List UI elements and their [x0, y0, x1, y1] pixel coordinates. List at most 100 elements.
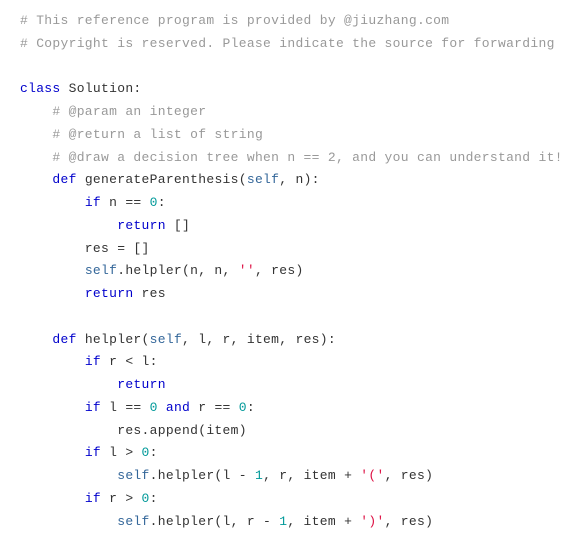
code-token-plain: l >	[101, 445, 142, 460]
code-token-keyword: def	[52, 172, 76, 187]
code-token-plain	[20, 400, 85, 415]
code-token-plain	[20, 354, 85, 369]
code-token-builtin: self	[85, 263, 117, 278]
code-token-number: 0	[150, 195, 158, 210]
code-token-number: 0	[142, 491, 150, 506]
code-token-plain: r ==	[190, 400, 239, 415]
code-token-plain	[20, 104, 52, 119]
code-token-plain	[158, 400, 166, 415]
code-line: return res	[20, 283, 551, 306]
code-token-plain	[20, 195, 85, 210]
code-token-comment: # This reference program is provided by …	[20, 13, 449, 28]
code-token-keyword: if	[85, 445, 101, 460]
code-line: # This reference program is provided by …	[20, 10, 551, 33]
code-line: def generateParenthesis(self, n):	[20, 169, 551, 192]
code-token-plain: r >	[101, 491, 142, 506]
code-token-builtin: self	[117, 468, 149, 483]
code-token-keyword: return	[85, 286, 134, 301]
code-token-plain: .helpler(l -	[150, 468, 255, 483]
code-token-comment: # @param an integer	[52, 104, 206, 119]
code-token-plain: res.append(item)	[20, 423, 247, 438]
code-token-keyword: if	[85, 195, 101, 210]
code-token-number: 0	[150, 400, 158, 415]
code-line: if n == 0:	[20, 192, 551, 215]
code-token-plain	[20, 491, 85, 506]
code-line: class Solution:	[20, 78, 551, 101]
code-token-string: ''	[239, 263, 255, 278]
code-token-plain	[20, 263, 85, 278]
code-line: return []	[20, 215, 551, 238]
code-token-plain: :	[158, 195, 166, 210]
code-token-plain: l ==	[101, 400, 150, 415]
code-token-plain: res	[133, 286, 165, 301]
code-token-keyword: if	[85, 354, 101, 369]
code-line: if l == 0 and r == 0:	[20, 397, 551, 420]
code-line: return	[20, 374, 551, 397]
code-line: self.helpler(l, r - 1, item + ')', res)	[20, 511, 551, 534]
code-token-plain	[20, 468, 117, 483]
code-block: # This reference program is provided by …	[20, 10, 551, 533]
code-token-plain: generateParenthesis(	[77, 172, 247, 187]
code-token-plain	[20, 332, 52, 347]
code-token-builtin: self	[150, 332, 182, 347]
code-line: self.helpler(n, n, '', res)	[20, 260, 551, 283]
code-token-plain: , r, item +	[263, 468, 360, 483]
code-token-plain: .helpler(l, r -	[150, 514, 280, 529]
code-token-plain: r < l:	[101, 354, 158, 369]
code-line: if l > 0:	[20, 442, 551, 465]
code-line: res.append(item)	[20, 420, 551, 443]
code-line: if r < l:	[20, 351, 551, 374]
code-token-plain: []	[166, 218, 190, 233]
code-line	[20, 306, 551, 329]
code-token-keyword: if	[85, 400, 101, 415]
code-line: def helpler(self, l, r, item, res):	[20, 329, 551, 352]
code-token-keyword: and	[166, 400, 190, 415]
code-token-builtin: self	[117, 514, 149, 529]
code-token-keyword: class	[20, 81, 61, 96]
code-token-plain: , res)	[385, 514, 434, 529]
code-token-number: 0	[239, 400, 247, 415]
code-token-keyword: if	[85, 491, 101, 506]
code-token-plain: , n):	[279, 172, 320, 187]
code-token-plain: Solution:	[61, 81, 142, 96]
code-token-plain	[20, 286, 85, 301]
code-token-number: 0	[142, 445, 150, 460]
code-token-number: 1	[279, 514, 287, 529]
code-token-keyword: def	[52, 332, 76, 347]
code-token-plain: :	[150, 491, 158, 506]
code-line: # @return a list of string	[20, 124, 551, 147]
code-token-keyword: return	[117, 377, 166, 392]
code-token-plain: :	[150, 445, 158, 460]
code-token-plain: res = []	[20, 241, 150, 256]
code-token-comment: # @return a list of string	[52, 127, 263, 142]
code-token-plain	[20, 150, 52, 165]
code-line: # @draw a decision tree when n == 2, and…	[20, 147, 551, 170]
code-line: self.helpler(l - 1, r, item + '(', res)	[20, 465, 551, 488]
code-token-plain	[20, 514, 117, 529]
code-token-builtin: self	[247, 172, 279, 187]
code-token-plain: , res)	[255, 263, 304, 278]
code-line: res = []	[20, 238, 551, 261]
code-token-string: '('	[360, 468, 384, 483]
code-line: # Copyright is reserved. Please indicate…	[20, 33, 551, 56]
code-line: if r > 0:	[20, 488, 551, 511]
code-token-number: 1	[255, 468, 263, 483]
code-line: # @param an integer	[20, 101, 551, 124]
code-token-comment: # @draw a decision tree when n == 2, and…	[52, 150, 562, 165]
code-token-plain: , l, r, item, res):	[182, 332, 336, 347]
code-token-plain	[20, 218, 117, 233]
code-token-plain: n ==	[101, 195, 150, 210]
code-token-plain: , item +	[287, 514, 360, 529]
code-token-plain: .helpler(n, n,	[117, 263, 239, 278]
code-token-comment: # Copyright is reserved. Please indicate…	[20, 36, 555, 51]
code-token-plain	[20, 172, 52, 187]
code-token-plain	[20, 127, 52, 142]
code-token-plain: , res)	[385, 468, 434, 483]
code-token-plain: helpler(	[77, 332, 150, 347]
code-token-plain	[20, 445, 85, 460]
code-line	[20, 56, 551, 79]
code-token-plain: :	[247, 400, 255, 415]
code-token-string: ')'	[360, 514, 384, 529]
code-token-plain	[20, 377, 117, 392]
code-token-keyword: return	[117, 218, 166, 233]
